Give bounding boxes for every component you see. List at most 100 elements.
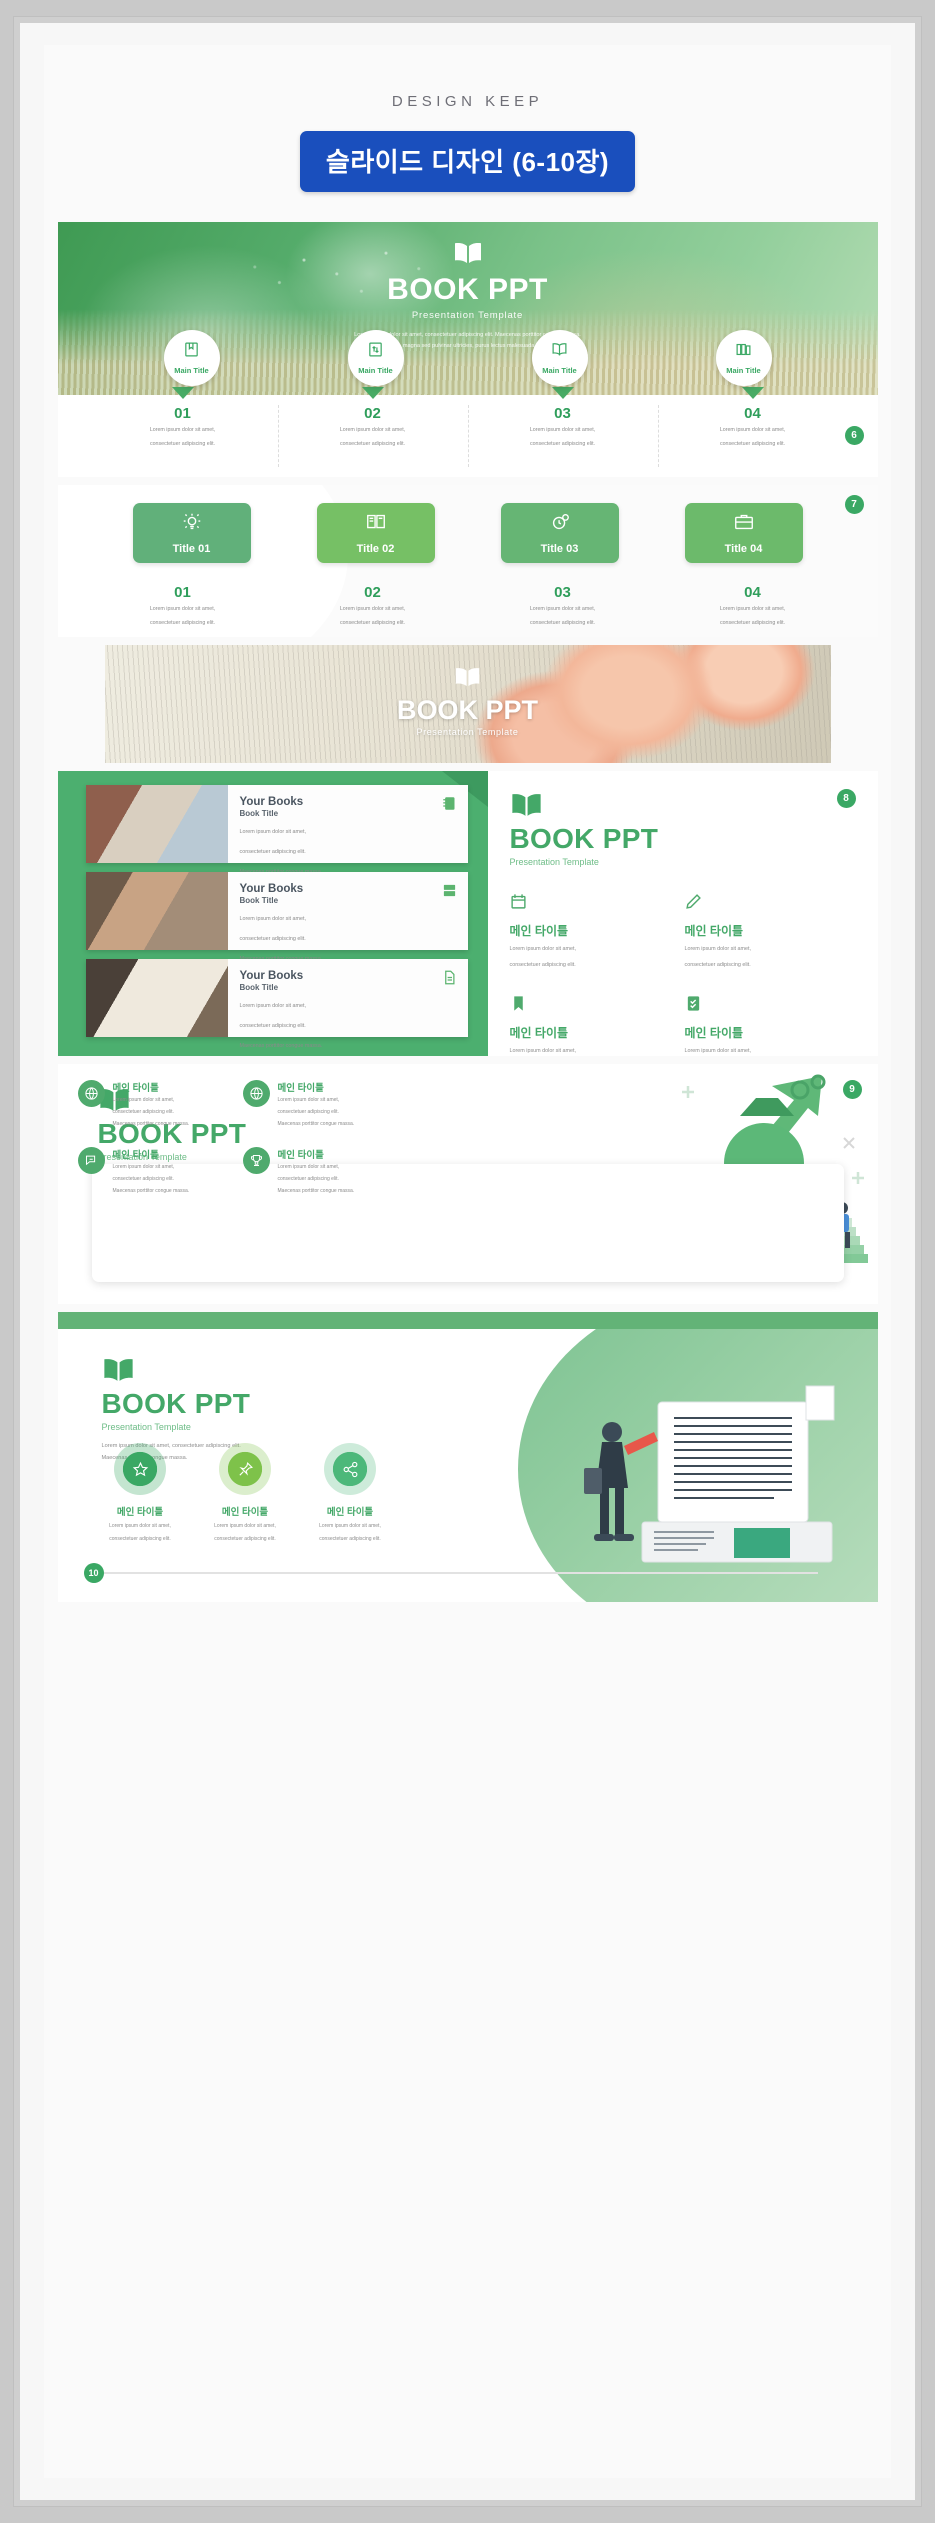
slide-7-box-1[interactable]: Title 01 [132,503,251,563]
open-book-icon [102,1358,135,1388]
slide-6[interactable]: BOOK PPT Presentation Template Lorem ips… [57,222,878,477]
slide-8-card-1-subheading: Book Title [239,809,279,818]
slide-8-card-1[interactable]: Your Books Book Title Lorem ipsum dolor … [85,785,468,875]
slide-6-item-4: 04 Lorem ipsum dolor sit amet, consectet… [657,387,848,477]
slide-8-card-3-line3: Maecenas porttitor congue massa. [239,1042,323,1049]
slide-8-card-2-heading: Your Books [239,883,304,895]
slide-10[interactable]: BOOK PPT Presentation Template Lorem ips… [57,1312,878,1602]
slide-6-circle-1[interactable]: Main Title [163,330,220,386]
slide-7-item-3-line2: consectetuer adipiscing elit. [529,620,596,627]
slide-10-feature-3[interactable]: 메인 타이틀 Lorem ipsum dolor sit amet, conse… [298,1443,403,1544]
bookmark-icon [510,996,527,1016]
slide-8[interactable]: Your Books Book Title Lorem ipsum dolor … [57,771,878,1056]
slide-6-item-1: 01 Lorem ipsum dolor sit amet, consectet… [88,387,278,477]
slide-10-feature-1-line1: Lorem ipsum dolor sit amet, [109,1523,171,1529]
triangle-icon [361,387,384,399]
slide-8-feature-1-line2: consectetuer adipiscing elit. [509,961,576,968]
slide-8-card-3-subheading: Book Title [239,983,279,992]
slide-6-circle-3[interactable]: Main Title [531,330,588,386]
slide-rose-title-block: BOOK PPT Presentation Template [105,667,831,737]
slide-8-card-2[interactable]: Your Books Book Title Lorem ipsum dolor … [85,872,468,962]
slide-7-box-4-label: Title 04 [724,543,763,555]
slide-6-circle-2[interactable]: Main Title [347,330,404,386]
slide-7-item-1: 01 Lorem ipsum dolor sit amet, consectet… [88,584,278,629]
slide-10-feature-1-line2: consectetuer adipiscing elit. [109,1536,171,1542]
slide-6-circle-4[interactable]: Main Title [715,330,772,386]
slide-8-feature-4: 메인 타이틀 Lorem ipsum dolor sit amet, conse… [685,995,860,1056]
slide-7-item-3-number: 03 [554,584,571,602]
page-canvas: DESIGN KEEP 슬라이드 디자인 (6-10장) BOOK PPT Pr… [44,45,891,2478]
slide-8-card-3-heading: Your Books [239,970,304,982]
slide-9-feature-2-title: 메인 타이틀 [277,1083,324,1094]
slide-10-subtitle: Presentation Template [101,1422,191,1432]
slide-7-box-2-label: Title 02 [356,543,395,555]
slide-7-box-3[interactable]: Title 03 [500,503,619,563]
slide-6-circle-2-label: Main Title [358,366,393,375]
slide-9-feature-4-text: 메인 타이틀 Lorem ipsum dolor sit amet, conse… [278,1147,355,1196]
calendar-icon [510,894,527,914]
slide-9-feature-3-line2: consectetuer adipiscing elit. [112,1176,174,1182]
slide-8-card-3-line1: Lorem ipsum dolor sit amet, [239,1003,307,1009]
slide-8-feature-2-title: 메인 타이틀 [684,924,744,938]
slide-10-top-bar [57,1312,878,1329]
slide-7[interactable]: Title 01 Title 02 Title 03 Title 04 01 L… [57,485,878,637]
slide-9-feature-4-line2: consectetuer adipiscing elit. [277,1176,339,1182]
star-icon [114,1443,166,1495]
globe-icon [77,1080,105,1107]
open-book-icon [510,793,543,823]
slide-10-feature-2[interactable]: 메인 타이틀 Lorem ipsum dolor sit amet, conse… [193,1443,298,1544]
slide-10-feature-row: 메인 타이틀 Lorem ipsum dolor sit amet, conse… [88,1443,403,1544]
slide-10-title: BOOK PPT [101,1388,251,1419]
slide-7-item-1-line2: consectetuer adipiscing elit. [149,620,216,627]
slide-7-box-row: Title 01 Title 02 Title 03 Title 04 [58,503,878,563]
slide-6-item-2-number: 02 [364,405,381,422]
slide-6-item-3: 03 Lorem ipsum dolor sit amet, consectet… [467,387,658,477]
brand-label: DESIGN KEEP [391,93,544,110]
slide-6-page-badge: 6 [844,426,864,445]
slide-9-feature-3-line3: Maecenas porttitor congue massa. [112,1187,190,1194]
share-icon [324,1443,376,1495]
slide-8-card-1-heading: Your Books [239,796,304,808]
notebook-icon [442,796,457,816]
slide-7-item-4-line2: consectetuer adipiscing elit. [719,620,786,627]
slide-7-box-2[interactable]: Title 02 [316,503,435,563]
checklist-icon [685,996,702,1016]
slide-10-feature-3-line2: consectetuer adipiscing elit. [319,1536,381,1542]
slide-8-feature-2-line2: consectetuer adipiscing elit. [684,961,751,968]
slide-8-card-3[interactable]: Your Books Book Title Lorem ipsum dolor … [85,959,468,1049]
slide-6-items-row: 01 Lorem ipsum dolor sit amet, consectet… [57,387,878,477]
slide-10-feature-2-line2: consectetuer adipiscing elit. [214,1536,276,1542]
slide-6-item-1-line2: consectetuer adipiscing elit. [149,440,216,447]
slide-6-circle-4-label: Main Title [726,366,761,375]
slide-7-items-row: 01 Lorem ipsum dolor sit amet, consectet… [58,584,878,629]
slide-8-card-3-thumbnail [85,959,228,1037]
slide-7-page-badge: 7 [844,495,864,514]
slide-6-circle-3-label: Main Title [542,366,577,375]
slide-7-item-2: 02 Lorem ipsum dolor sit amet, consectet… [278,584,468,629]
slide-9-page-badge: 9 [842,1080,862,1099]
slide-rose-cover[interactable]: BOOK PPT Presentation Template [104,645,831,763]
chat-icon [77,1147,105,1175]
slide-6-item-4-line1: Lorem ipsum dolor sit amet, [719,427,786,433]
slide-10-progress-bar: 10 [83,1563,818,1583]
slide-10-feature-1[interactable]: 메인 타이틀 Lorem ipsum dolor sit amet, conse… [88,1443,193,1544]
book-shelf-icon [735,341,752,363]
slide-7-item-1-number: 01 [174,584,191,602]
slide-9-feature-3-title: 메인 타이틀 [112,1150,159,1162]
slide-9-feature-2-line1: Lorem ipsum dolor sit amet, [277,1097,340,1103]
briefcase-icon [733,511,755,538]
slide-9-feature-4: 메인 타이틀 Lorem ipsum dolor sit amet, conse… [242,1147,408,1196]
slide-8-feature-1-title: 메인 타이틀 [509,924,569,938]
slide-7-box-4[interactable]: Title 04 [684,503,803,563]
slide-7-box-3-label: Title 03 [540,543,579,555]
slide-9[interactable]: BOOK PPT Presentation Template 메인 타이틀 Lo… [57,1064,878,1304]
slide-7-box-1-label: Title 01 [172,543,211,555]
slide-7-item-3: 03 Lorem ipsum dolor sit amet, consectet… [468,584,658,629]
slide-9-feature-4-line1: Lorem ipsum dolor sit amet, [277,1164,340,1171]
slide-8-card-2-line1: Lorem ipsum dolor sit amet, [239,916,307,922]
slide-8-title: BOOK PPT [509,823,659,854]
page-frame: DESIGN KEEP 슬라이드 디자인 (6-10장) BOOK PPT Pr… [14,17,921,2506]
slide-9-feature-3-line1: Lorem ipsum dolor sit amet, [112,1164,175,1171]
slide-7-item-4-line1: Lorem ipsum dolor sit amet, [719,606,786,613]
slide-9-feature-2-line2: consectetuer adipiscing elit. [277,1108,339,1115]
